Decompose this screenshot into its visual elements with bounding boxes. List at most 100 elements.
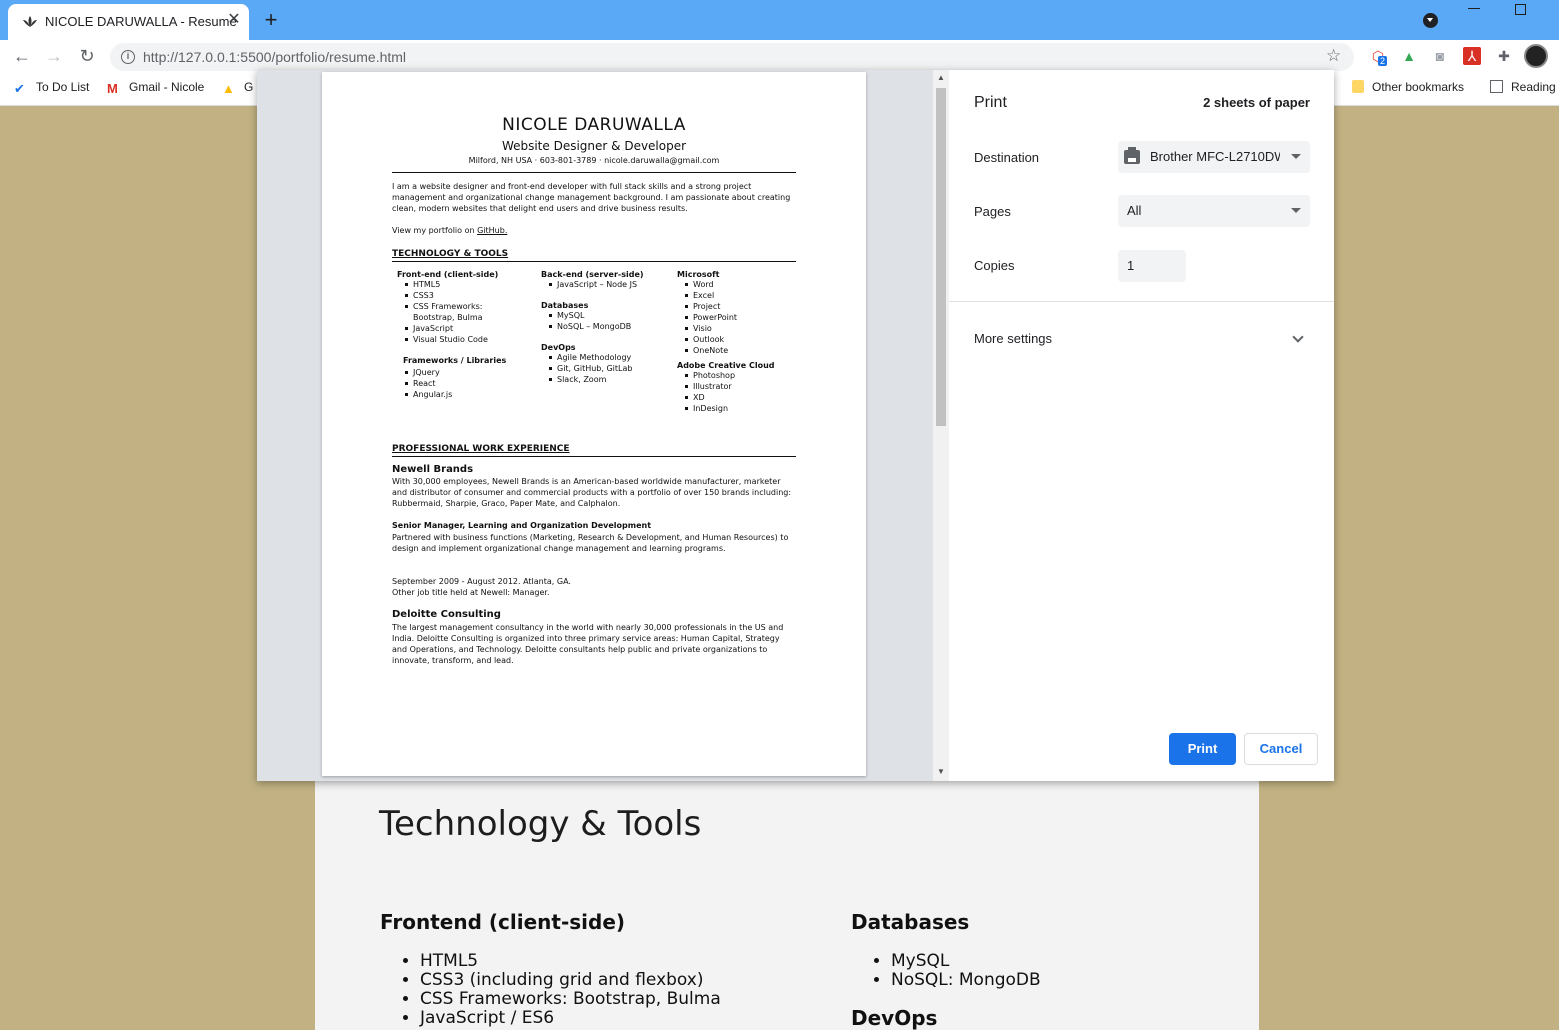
github-link[interactable]: GitHub.: [477, 226, 507, 235]
list-item: JavaScript: [404, 323, 506, 334]
url-text[interactable]: http://127.0.0.1:5500/portfolio/resume.h…: [143, 49, 406, 65]
list-item: Project: [685, 301, 775, 312]
profile-avatar[interactable]: [1524, 44, 1548, 68]
list-item: Visual Studio Code: [404, 334, 506, 345]
extension-badge-icon[interactable]: ⬡2: [1369, 47, 1388, 66]
devops-title: DevOps: [541, 343, 576, 352]
portfolio-line: View my portfolio on GitHub.: [392, 226, 508, 235]
more-settings[interactable]: More settings: [974, 331, 1052, 346]
resume-summary: I am a website designer and front-end de…: [392, 182, 791, 213]
bookmark-drive[interactable]: ▲ G: [222, 80, 253, 96]
deloitte-description: The largest management consultancy in th…: [392, 623, 784, 665]
reload-icon[interactable]: ↻: [75, 44, 99, 68]
newell-title: Newell Brands: [392, 464, 474, 475]
bookmark-star-icon[interactable]: ☆: [1326, 46, 1341, 66]
back-icon[interactable]: ←: [10, 44, 34, 68]
frontend-title: Frontend (client-side): [380, 910, 626, 934]
bookmark-todo[interactable]: ✔ To Do List: [14, 80, 89, 96]
devops-list: Agile Methodology Git, GitHub, GitLab Sl…: [541, 352, 644, 385]
chevron-down-icon: [1291, 154, 1301, 159]
list-item: HTML5: [420, 952, 721, 971]
maximize-icon[interactable]: [1515, 4, 1526, 15]
newell-job-description: Partnered with business functions (Marke…: [392, 533, 789, 553]
work-heading: PROFESSIONAL WORK EXPERIENCE: [392, 444, 570, 454]
tech-col-frontend: Front-end (client-side) HTML5 CSS3 CSS F…: [397, 270, 506, 400]
microsoft-title: Microsoft: [677, 270, 720, 279]
devops-title: DevOps: [851, 1006, 938, 1030]
backend-list: JavaScript – Node JS: [541, 279, 644, 290]
list-item: PowerPoint: [685, 312, 775, 323]
reading-list-icon: [1490, 80, 1503, 93]
new-tab-button[interactable]: +: [259, 8, 283, 32]
cancel-button[interactable]: Cancel: [1244, 733, 1318, 765]
adobe-list: Photoshop Illustrator XD InDesign: [677, 370, 775, 414]
list-item: NoSQL – MongoDB: [549, 321, 644, 332]
divider: [949, 301, 1334, 302]
newell-dates: September 2009 - August 2012. Atlanta, G…: [392, 577, 571, 586]
address-bar[interactable]: i http://127.0.0.1:5500/portfolio/resume…: [110, 43, 1354, 71]
list-item: XD: [685, 392, 775, 403]
databases-title: Databases: [851, 910, 970, 934]
close-tab-icon[interactable]: ✕: [224, 10, 244, 30]
google-drive-icon[interactable]: ▲: [1400, 47, 1418, 65]
forward-icon[interactable]: →: [42, 44, 66, 68]
databases-list: MySQL NoSQL – MongoDB: [541, 310, 644, 332]
list-item: CSS Frameworks: Bootstrap, Bulma: [420, 990, 721, 1009]
destination-select[interactable]: Brother MFC-L2710DW: [1118, 141, 1310, 173]
pages-select[interactable]: All: [1118, 195, 1310, 227]
pages-label: Pages: [974, 204, 1011, 219]
resume-page-card: Technology & Tools Frontend (client-side…: [315, 760, 1259, 1030]
adobe-title: Adobe Creative Cloud: [677, 361, 775, 370]
resume-role: Website Designer & Developer: [501, 139, 687, 153]
page-heading: Technology & Tools: [379, 804, 702, 844]
browser-tab[interactable]: NICOLE DARUWALLA - Resume ✕: [8, 4, 249, 40]
tech-col-microsoft: Microsoft Word Excel Project PowerPoint …: [677, 270, 775, 414]
list-item: Excel: [685, 290, 775, 301]
reading-list[interactable]: Reading: [1490, 80, 1556, 94]
frontend-title: Front-end (client-side): [397, 270, 499, 279]
bookmark-other[interactable]: Other bookmarks: [1352, 80, 1464, 94]
list-item: CSS3: [404, 290, 506, 301]
list-item: MySQL: [549, 310, 644, 321]
frameworks-list: JQuery React Angular.js: [397, 367, 506, 400]
print-dialog: NICOLE DARUWALLA Website Designer & Deve…: [257, 70, 1334, 781]
destination-label: Destination: [974, 150, 1040, 165]
pages-value: All: [1127, 203, 1142, 218]
print-title: Print: [974, 94, 1007, 111]
scroll-up-icon[interactable]: ▲: [936, 73, 946, 82]
print-button[interactable]: Print: [1169, 733, 1236, 765]
divider: [392, 456, 796, 457]
pdf-icon[interactable]: ⅄: [1463, 47, 1481, 65]
browser-toolbar: ← → ↻ i http://127.0.0.1:5500/portfolio/…: [0, 40, 1559, 72]
list-item: JQuery: [404, 367, 506, 378]
databases-title: Databases: [541, 301, 589, 310]
print-settings-panel: Print 2 sheets of paper Destination Brot…: [949, 70, 1334, 781]
list-item: JavaScript – Node JS: [549, 279, 644, 290]
info-icon[interactable]: i: [121, 50, 135, 64]
list-item: Visio: [685, 323, 775, 334]
deloitte-title: Deloitte Consulting: [392, 609, 501, 620]
scrollbar-thumb[interactable]: [936, 88, 946, 426]
list-item: CSS3 (including grid and flexbox): [420, 971, 721, 990]
print-preview-area[interactable]: NICOLE DARUWALLA Website Designer & Deve…: [257, 70, 949, 781]
bookmark-gmail[interactable]: M Gmail - Nicole: [107, 80, 204, 96]
list-item-continued: Bootstrap, Bulma: [413, 313, 483, 322]
list-item: OneNote: [685, 345, 775, 356]
google-drive-icon: ▲: [222, 81, 235, 96]
chevron-down-icon[interactable]: [1292, 331, 1304, 343]
camera-icon[interactable]: ◙: [1431, 47, 1449, 65]
scroll-down-icon[interactable]: ▼: [936, 767, 946, 776]
divider: [392, 261, 796, 262]
minimize-icon[interactable]: [1468, 8, 1480, 9]
extensions-puzzle-icon[interactable]: ✚: [1495, 47, 1513, 65]
preview-scrollbar[interactable]: ▲ ▼: [933, 70, 949, 781]
frontend-list: HTML5 CSS3 CSS Frameworks: Bootstrap, Bu…: [397, 279, 506, 345]
tab-title: NICOLE DARUWALLA - Resume: [45, 14, 237, 29]
newell-other-title: Other job title held at Newell: Manager.: [392, 588, 550, 597]
copies-input[interactable]: 1: [1118, 250, 1186, 282]
frontend-list: HTML5 CSS3 (including grid and flexbox) …: [380, 952, 721, 1028]
preview-sheet: NICOLE DARUWALLA Website Designer & Deve…: [322, 72, 866, 776]
tab-search-icon[interactable]: [1423, 13, 1438, 28]
backend-title: Back-end (server-side): [541, 270, 644, 279]
list-item: Agile Methodology: [549, 352, 644, 363]
